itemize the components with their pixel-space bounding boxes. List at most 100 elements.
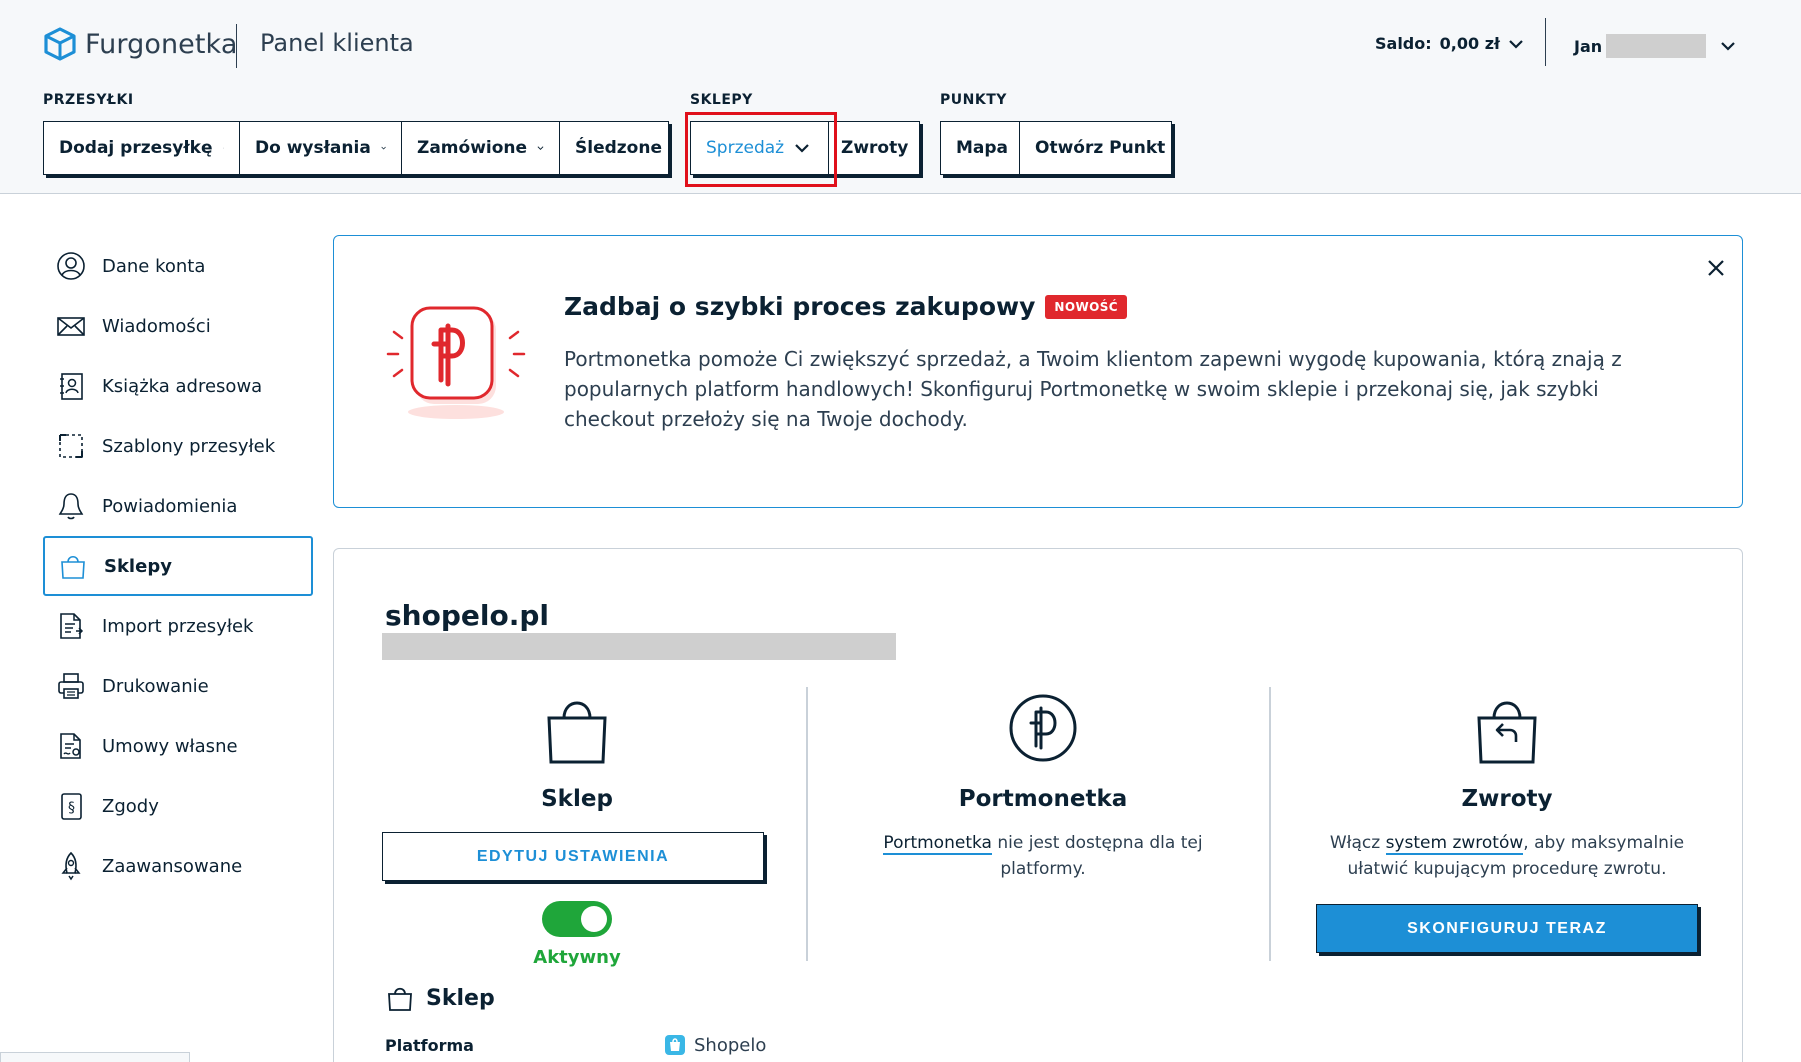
portmonetka-promo-icon: [386, 306, 526, 419]
svg-text:§: §: [68, 800, 75, 816]
returns-column: Zwroty Włącz system zwrotów, aby maksyma…: [1312, 692, 1702, 953]
sidebar-item-label: Dane konta: [102, 255, 206, 277]
dashed-template-icon: [56, 431, 86, 461]
banner-heading: Zadbaj o szybki proces zakupowy NOWOŚĆ: [564, 292, 1127, 321]
redacted-shop-url: [382, 633, 896, 660]
consent-document-icon: §: [56, 791, 86, 821]
chevron-down-icon: [1721, 42, 1735, 51]
balance-value: 0,00 zł: [1439, 34, 1500, 53]
user-circle-icon: [56, 251, 86, 281]
panel-title: Panel klienta: [260, 29, 414, 57]
nav-sprzedaz[interactable]: Sprzedaż: [691, 122, 829, 174]
nav-group-punkty: Mapa Otwórz Punkt: [940, 121, 1172, 175]
address-book-icon: [56, 371, 86, 401]
banner-description: Portmonetka pomoże Ci zwiększyć sprzedaż…: [564, 347, 1622, 431]
nav-item-label: Otwórz Punkt: [1035, 138, 1166, 158]
nav-do-wyslania[interactable]: Do wysłania: [240, 122, 402, 174]
balance-dropdown[interactable]: Saldo: 0,00 zł: [1375, 34, 1524, 53]
user-divider: [1545, 18, 1546, 66]
nav-mapa[interactable]: Mapa: [941, 122, 1020, 174]
furgonetka-logo-icon: [44, 27, 76, 61]
returns-system-link[interactable]: system zwrotów: [1385, 833, 1524, 855]
column-divider: [1269, 687, 1271, 961]
import-document-icon: [56, 611, 86, 641]
configure-now-button[interactable]: SKONFIGURUJ TERAZ: [1316, 904, 1698, 953]
shop-details-title: Sklep: [426, 985, 495, 1011]
shop-active-toggle[interactable]: [542, 901, 612, 937]
nav-item-label: Dodaj przesyłkę: [59, 138, 213, 158]
sidebar-item-szablony[interactable]: Szablony przesyłek: [43, 416, 313, 476]
header-divider: [236, 24, 237, 68]
shopping-bag-icon: [388, 987, 412, 1011]
nav-otworz-punkt[interactable]: Otwórz Punkt: [1020, 122, 1172, 174]
shop-column: Sklep EDYTUJ USTAWIENIA Aktywny: [382, 692, 772, 968]
portmonetka-column: Portmonetka Portmonetka nie jest dostępn…: [848, 692, 1238, 882]
sidebar-item-label: Sklepy: [104, 555, 172, 577]
column-divider: [806, 687, 808, 961]
sidebar-item-wiadomosci[interactable]: Wiadomości: [43, 296, 313, 356]
sidebar-item-zaawansowane[interactable]: Zaawansowane: [43, 836, 313, 896]
sidebar-item-label: Wiadomości: [102, 315, 211, 337]
sidebar-item-powiadomienia[interactable]: Powiadomienia: [43, 476, 313, 536]
sidebar-item-ksiazka-adresowa[interactable]: Książka adresowa: [43, 356, 313, 416]
nav-group-punkty-label: PUNKTY: [940, 92, 1007, 108]
portmonetka-promo-banner: Zadbaj o szybki proces zakupowy NOWOŚĆ P…: [333, 235, 1743, 508]
edit-settings-button[interactable]: EDYTUJ USTAWIENIA: [382, 832, 764, 881]
shop-column-title: Sklep: [541, 786, 613, 812]
chevron-down-icon: [537, 146, 544, 150]
bottom-edge-tab: [0, 1052, 190, 1062]
account-sidebar: Dane konta Wiadomości Książka adresowa S…: [43, 236, 313, 896]
shop-name: shopelo.pl: [385, 599, 549, 632]
nav-item-label: Śledzone: [575, 138, 662, 158]
nav-zamowione[interactable]: Zamówione: [402, 122, 560, 174]
sidebar-item-label: Powiadomienia: [102, 495, 238, 517]
top-header: Furgonetka Panel klienta Saldo: 0,00 zł …: [0, 0, 1801, 194]
nav-zwroty[interactable]: Zwroty: [829, 122, 919, 174]
shop-details-heading: Sklep: [386, 984, 495, 1012]
shop-card: shopelo.pl Sklep EDYTUJ USTAWIENIA Aktyw…: [333, 548, 1743, 1062]
sidebar-item-zgody[interactable]: § Zgody: [43, 776, 313, 836]
brand-logo[interactable]: Furgonetka: [43, 27, 237, 61]
portmonetka-link[interactable]: Portmonetka: [883, 833, 992, 855]
nav-sledzone[interactable]: Śledzone: [560, 122, 668, 174]
shopelo-logo-icon: [665, 1035, 685, 1055]
returns-info: Włącz system zwrotów, aby maksymalnie uł…: [1312, 830, 1702, 882]
new-badge: NOWOŚĆ: [1045, 294, 1127, 319]
rocket-icon: [56, 851, 86, 881]
nav-dodaj-przesylke[interactable]: Dodaj przesyłkę: [44, 122, 240, 174]
returns-bag-icon: [1477, 701, 1537, 764]
sidebar-item-umowy[interactable]: Umowy własne: [43, 716, 313, 776]
sidebar-item-label: Zaawansowane: [102, 855, 243, 877]
sidebar-item-sklepy[interactable]: Sklepy: [43, 536, 313, 596]
brand-name: Furgonetka: [85, 28, 238, 60]
nav-group-sklepy: Sprzedaż Zwroty: [690, 121, 920, 175]
user-menu[interactable]: Jan: [1574, 34, 1736, 58]
sidebar-item-drukowanie[interactable]: Drukowanie: [43, 656, 313, 716]
nav-item-label: Do wysłania: [255, 138, 371, 158]
printer-icon: [56, 671, 86, 701]
nav-group-przesylki: Dodaj przesyłkę Do wysłania Zamówione Śl…: [43, 121, 669, 175]
user-name: Jan: [1574, 36, 1603, 56]
sidebar-item-label: Umowy własne: [102, 735, 238, 757]
sidebar-item-import[interactable]: Import przesyłek: [43, 596, 313, 656]
close-icon[interactable]: [1702, 254, 1730, 282]
chevron-down-icon: [381, 146, 386, 150]
sidebar-item-label: Zgody: [102, 795, 159, 817]
chevron-down-icon: [222, 147, 224, 149]
sidebar-item-dane-konta[interactable]: Dane konta: [43, 236, 313, 296]
page-root: { "header": { "brand": "Furgonetka", "pa…: [0, 0, 1801, 1062]
contract-icon: [56, 731, 86, 761]
nav-group-sklepy-label: SKLEPY: [690, 92, 753, 108]
balance-label: Saldo:: [1375, 34, 1432, 53]
platform-value: Shopelo: [664, 1034, 766, 1056]
sidebar-item-label: Drukowanie: [102, 675, 209, 697]
nav-item-label: Mapa: [956, 138, 1009, 158]
shop-status-label: Aktywny: [533, 947, 621, 968]
nav-item-label: Zamówione: [417, 138, 528, 158]
platform-name: Shopelo: [694, 1034, 767, 1056]
chevron-down-icon: [795, 144, 809, 153]
sidebar-item-label: Import przesyłek: [102, 615, 254, 637]
bell-icon: [56, 491, 86, 521]
returns-text-before: Włącz: [1329, 833, 1386, 853]
platform-label: Platforma: [385, 1036, 474, 1055]
